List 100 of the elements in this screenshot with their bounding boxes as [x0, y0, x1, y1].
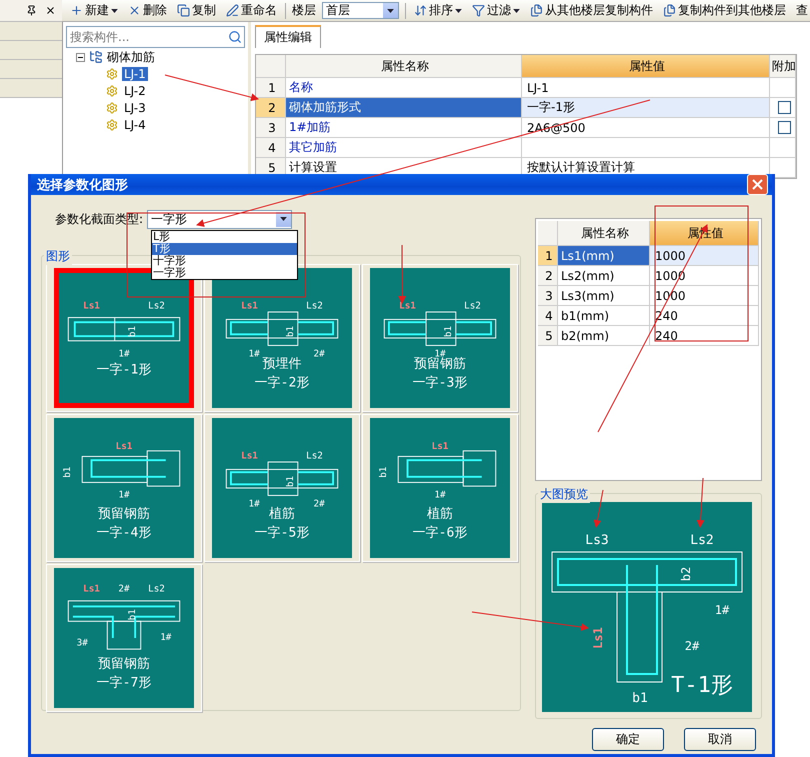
- close-button[interactable]: [747, 174, 768, 195]
- dimension-label: b1: [62, 466, 74, 478]
- shape-name: 预留钢筋: [98, 506, 150, 522]
- row-number: 2: [256, 98, 286, 117]
- shape-tile[interactable]: Ls1 b1 1# 植筋 一字-6形: [362, 414, 518, 562]
- group-label: 图形: [44, 248, 72, 265]
- dimension-label: Ls1: [591, 627, 605, 649]
- cross-icon: [128, 4, 141, 17]
- table-cell: 一字-1形: [522, 98, 770, 117]
- dimension-label: 1#: [714, 603, 730, 617]
- panel-row: [0, 79, 62, 98]
- caret-icon: [513, 8, 520, 12]
- checkbox[interactable]: [778, 121, 790, 134]
- toolbar-button[interactable]: 复制: [175, 2, 218, 19]
- dimension-label: Ls1: [83, 584, 100, 595]
- row-number: 1: [538, 246, 558, 265]
- chevron-icon: [280, 217, 288, 221]
- close-icon: [752, 179, 763, 190]
- dimension-label: Ls1: [241, 450, 258, 462]
- copy-icon: [177, 4, 190, 17]
- panel-row: [0, 41, 62, 60]
- shape-name: 一字-7形: [96, 675, 152, 690]
- dialog-button[interactable]: 确定: [592, 728, 664, 751]
- table-cell: 名称: [286, 78, 522, 97]
- table-cell: Ls3(mm): [558, 286, 650, 305]
- dimension-label: 2#: [684, 639, 700, 653]
- toolbar-button[interactable]: 重命名: [224, 2, 279, 19]
- gear-icon: [106, 85, 118, 97]
- shape-tile[interactable]: Ls1 Ls2 b1 3# 2# 1# 预留钢筋 一字-7形: [46, 564, 202, 712]
- preview-title: T-1形: [671, 673, 733, 698]
- section-type-dropdown[interactable]: 一字形: [147, 210, 292, 228]
- table-cell: LJ-1: [522, 78, 770, 97]
- dimension-label: b1: [127, 609, 138, 620]
- shape-name: 一字-4形: [96, 525, 152, 540]
- dimension-label: Ls2: [148, 300, 165, 312]
- pin-icon[interactable]: [26, 5, 37, 16]
- gear-icon: [106, 68, 118, 80]
- dimension-label: 1#: [118, 348, 130, 360]
- collapse-icon[interactable]: [76, 52, 85, 62]
- floor-dropdown[interactable]: 首层: [322, 2, 400, 19]
- tree-item[interactable]: LJ-4: [122, 118, 148, 132]
- row-number: 4: [538, 306, 558, 325]
- search-field[interactable]: 搜索构件...: [66, 26, 245, 48]
- shape-name: 一字-5形: [254, 525, 310, 540]
- group-label: 大图预览: [538, 486, 590, 503]
- dimension-label: Ls2: [306, 300, 323, 312]
- toolbar-button[interactable]: 新建: [68, 2, 120, 19]
- tree-item[interactable]: LJ-2: [122, 84, 148, 98]
- tab[interactable]: 属性编辑: [255, 25, 321, 48]
- dimension-label: 2#: [314, 348, 325, 360]
- dropdown-option[interactable]: T形: [152, 243, 297, 255]
- shape-tile[interactable]: Ls1 b1 1# 预留钢筋 一字-4形: [46, 414, 202, 562]
- close-icon[interactable]: [45, 5, 56, 16]
- dimension-label: 1#: [118, 489, 130, 500]
- dimension-label: b1: [443, 326, 454, 338]
- pencil-icon: [226, 4, 239, 17]
- chevron-icon: [387, 8, 394, 12]
- table-cell: 其它加筋: [286, 138, 522, 157]
- dimension-label: Ls1: [83, 300, 100, 312]
- row-number: 1: [256, 78, 286, 97]
- dialog-button[interactable]: 取消: [684, 728, 756, 751]
- toolbar-button[interactable]: 排序: [412, 2, 464, 19]
- toolbar-button[interactable]: 复制构件到其他楼层: [661, 2, 788, 19]
- row-number: 2: [538, 266, 558, 285]
- dimension-label: b1: [285, 476, 296, 488]
- table-cell: 240: [650, 326, 759, 345]
- toolbar-button[interactable]: 删除: [126, 2, 169, 19]
- header-cell: 属性名称: [286, 55, 522, 77]
- dimension-label: Ls3: [585, 533, 609, 548]
- toolbar-button[interactable]: 过滤: [470, 2, 522, 19]
- shape-name: 一字-1形: [96, 362, 152, 378]
- shape-tile[interactable]: Ls1 Ls2 b1 1# 2# 预埋件 一字-2形: [204, 264, 360, 412]
- toolbar-button[interactable]: 从其他楼层复制构件: [528, 2, 655, 19]
- tree-item[interactable]: LJ-3: [122, 101, 148, 115]
- annotation-arrow: [593, 490, 604, 528]
- dimension-label: 2#: [314, 498, 325, 510]
- gear-icon: [106, 102, 118, 114]
- dimension-label: Ls2: [148, 584, 165, 595]
- header-cell: 附加: [770, 55, 796, 77]
- dimension-label: Ls1: [241, 300, 258, 312]
- filter-icon: [472, 4, 485, 17]
- shape-name: 一字-6形: [412, 525, 468, 540]
- table-cell: b1(mm): [558, 306, 650, 325]
- header-cell: 属性名称: [558, 221, 650, 245]
- tree-item[interactable]: LJ-1: [122, 67, 148, 81]
- dimension-label: 2#: [118, 584, 130, 595]
- table-cell: Ls1(mm): [558, 246, 650, 265]
- checkbox[interactable]: [778, 101, 790, 114]
- panel-row: [0, 60, 62, 79]
- search-icon[interactable]: [228, 30, 242, 44]
- field-label: 参数化截面类型:: [55, 210, 144, 228]
- tree-item[interactable]: 砌体加筋: [107, 48, 155, 66]
- toolbar-button[interactable]: 查: [794, 2, 810, 19]
- shape-tile[interactable]: Ls1 Ls2 b1 1# 2# 植筋 一字-5形: [204, 414, 360, 562]
- files-icon: [530, 4, 543, 17]
- dimension-label: Ls2: [306, 450, 323, 462]
- row-number: 4: [256, 138, 286, 157]
- row-number: 3: [256, 118, 286, 137]
- annotation-arrow: [696, 478, 704, 528]
- dimension-label: Ls2: [464, 300, 481, 312]
